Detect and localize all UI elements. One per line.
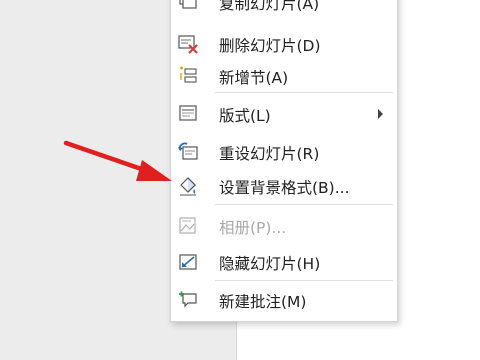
annotation-arrow — [63, 140, 172, 181]
